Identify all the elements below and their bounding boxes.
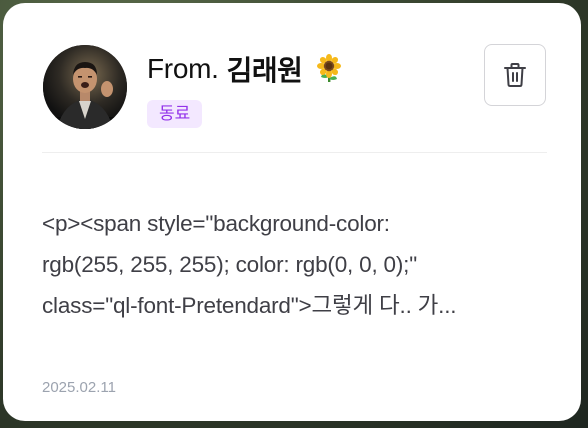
message-card[interactable]: From. 김래원 동료 <p><span style="background-…: [3, 3, 581, 421]
avatar-photo: [43, 45, 127, 129]
message-date: 2025.02.11: [42, 379, 116, 396]
trash-icon: [504, 63, 526, 87]
sender-name: 김래원: [226, 55, 303, 86]
sender-heading: From. 김래원: [147, 51, 344, 87]
delete-button[interactable]: [484, 44, 546, 106]
relation-badge: 동료: [147, 100, 203, 128]
sunflower-icon: [314, 54, 344, 84]
from-prefix: From.: [147, 53, 219, 84]
message-preview: <p><span style="background-color: rgb(25…: [42, 211, 457, 318]
avatar: [43, 45, 127, 129]
divider: [42, 152, 547, 153]
